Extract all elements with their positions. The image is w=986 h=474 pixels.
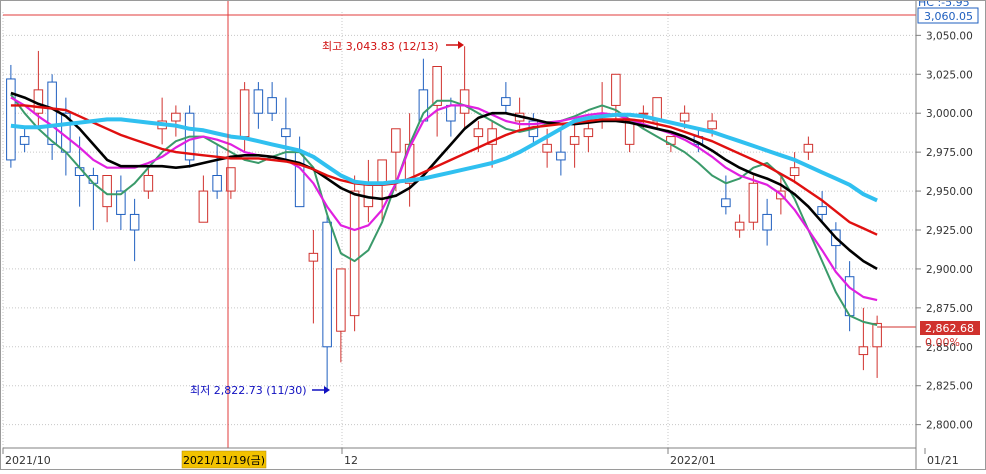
y-tick-label: 2,875.00 — [926, 303, 973, 315]
candle-body — [281, 128, 291, 138]
candle-body — [239, 89, 250, 138]
candle-body — [556, 151, 566, 161]
x-tick-label: 01/21 — [927, 454, 959, 467]
x-tick-label: 2022/01 — [670, 454, 716, 467]
y-tick-label: 2,975.00 — [926, 147, 973, 159]
crosshair-x-label: 2021/11/19(금) — [183, 454, 265, 467]
candle-body — [748, 182, 759, 223]
candle-body — [308, 252, 319, 262]
candle-body — [294, 151, 305, 208]
current-price-value: 3,060.05 — [924, 10, 973, 23]
candle-body — [501, 97, 511, 106]
candle-body — [611, 73, 621, 106]
candle-body — [762, 213, 772, 231]
x-tick-label: 2021/10 — [5, 454, 51, 467]
chart-svg: 3,050.00 3,025.00 3,000.00 2,975.00 2,950.00… — [0, 0, 986, 470]
candle-body — [19, 136, 30, 145]
y-tick-label: 3,000.00 — [926, 108, 973, 120]
candle-body — [377, 159, 387, 184]
high-annotation: 최고 3,043.83 (12/13) — [322, 40, 439, 53]
y-tick-label: 3,050.00 — [926, 30, 973, 42]
last-change-value: 0.00% — [925, 336, 960, 349]
candle-body — [569, 136, 580, 145]
y-tick-label: 2,950.00 — [926, 186, 973, 198]
candle-body — [473, 128, 484, 138]
candle-body — [349, 190, 360, 317]
candle-body — [143, 175, 154, 192]
x-tick-label: 12 — [344, 454, 358, 467]
candle-body — [363, 182, 374, 208]
candle-body — [721, 198, 731, 208]
candle-body — [542, 143, 552, 153]
candle-body — [267, 97, 277, 114]
candle-body — [418, 89, 429, 122]
candle-body — [432, 66, 442, 106]
candle-body — [253, 89, 264, 114]
y-tick-label: 2,900.00 — [926, 264, 973, 276]
candle-body — [336, 268, 346, 332]
candle-body — [391, 128, 401, 153]
candle-body — [47, 81, 57, 145]
candle-body — [6, 78, 16, 161]
candle-body — [459, 89, 470, 114]
candle-body — [734, 221, 745, 231]
y-tick-label: 3,025.00 — [926, 69, 973, 81]
candle-body — [817, 206, 827, 215]
candle-body — [583, 128, 594, 138]
candle-body — [446, 104, 456, 122]
candle-body — [198, 190, 209, 223]
candle-body — [858, 346, 869, 356]
candle-body — [212, 175, 222, 192]
candle-body — [171, 112, 181, 122]
low-annotation: 최저 2,822.73 (11/30) — [190, 384, 307, 397]
candlestick-chart: 3,050.00 3,025.00 3,000.00 2,975.00 2,950.00… — [0, 0, 986, 470]
candle-body — [322, 221, 332, 348]
last-price-value: 2,862.68 — [925, 322, 974, 335]
candle-body — [129, 213, 140, 231]
candle-body — [789, 167, 800, 176]
y-tick-label: 2,825.00 — [926, 381, 973, 393]
y-tick-label: 2,925.00 — [926, 225, 973, 237]
candle-body — [803, 143, 814, 153]
candle-body — [679, 112, 690, 122]
y-tick-label: 2,800.00 — [926, 420, 973, 432]
candle-body — [707, 120, 717, 130]
